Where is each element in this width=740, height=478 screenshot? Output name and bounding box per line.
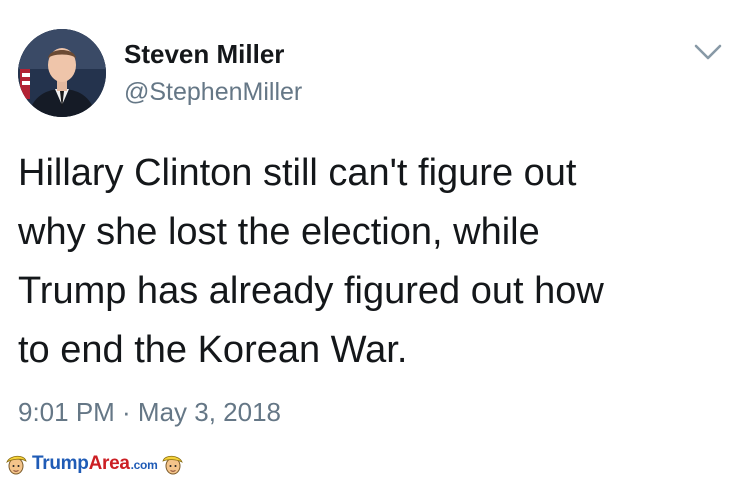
tweet-timestamp[interactable]: 9:01 PM · May 3, 2018 xyxy=(18,395,281,429)
author-display-name[interactable]: Steven Miller xyxy=(124,38,284,70)
watermark-part-trump: Trump xyxy=(32,453,89,474)
tweet-text: Hillary Clinton still can't figure out w… xyxy=(18,152,604,371)
chevron-down-icon xyxy=(694,44,722,60)
avatar-photo-icon xyxy=(18,29,106,117)
tweet-menu-button[interactable] xyxy=(692,38,724,66)
trump-face-icon xyxy=(162,455,184,475)
author-handle[interactable]: @StephenMiller xyxy=(124,76,302,108)
trump-face-icon xyxy=(6,455,27,475)
watermark: TrumpArea.com xyxy=(4,450,185,478)
tweet-card: Steven Miller @StephenMiller Hillary Cli… xyxy=(0,0,740,477)
watermark-text: TrumpArea.com xyxy=(32,453,158,475)
watermark-part-area: Area xyxy=(88,453,130,474)
author-avatar[interactable] xyxy=(18,29,106,117)
watermark-part-domain: .com xyxy=(130,458,158,472)
